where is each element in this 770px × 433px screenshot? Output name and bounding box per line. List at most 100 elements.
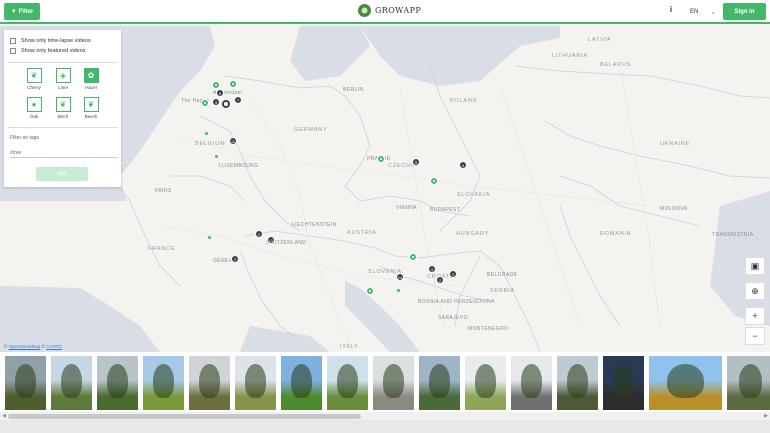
hazel-icon: ✿ (83, 68, 99, 83)
video-dot[interactable] (397, 289, 400, 292)
locate-icon: ⊕ (751, 285, 759, 296)
video-thumbnail[interactable] (5, 356, 46, 410)
language-select[interactable]: EN ⌄ (684, 5, 720, 19)
tree-silhouette (199, 364, 220, 398)
map-label-paris: PARIS (155, 188, 172, 194)
map-label-montenegro: MONTENEGRO (468, 326, 509, 332)
video-thumbnail[interactable] (143, 356, 184, 410)
video-marker[interactable] (366, 287, 374, 295)
thumbnail-strip (0, 352, 770, 420)
video-thumbnail[interactable] (373, 356, 414, 410)
growapp-logo-icon (358, 4, 371, 17)
filter-button[interactable]: ▼ Filter (4, 3, 40, 20)
video-thumbnail[interactable] (281, 356, 322, 410)
timelapse-filter[interactable]: Show only time-lapse videos (10, 38, 91, 44)
featured-filter[interactable]: Show only featured videos (10, 48, 86, 54)
brand-logo[interactable]: GROWAPP (358, 4, 421, 17)
species-hazel[interactable]: ✿ Hazel (77, 68, 105, 90)
top-bar: ▼ Filter GROWAPP i EN ⌄ Sign in (0, 0, 770, 24)
video-dot[interactable] (208, 236, 211, 239)
video-marker[interactable] (212, 81, 220, 89)
species-beech[interactable]: ❦ Beech (77, 97, 105, 119)
video-thumbnail[interactable] (97, 356, 138, 410)
cluster-marker[interactable]: 2 (231, 255, 239, 263)
osm-link[interactable]: OpenStreetMap (9, 344, 41, 349)
video-thumbnail[interactable] (235, 356, 276, 410)
sign-in-button[interactable]: Sign in (723, 3, 766, 20)
tree-silhouette (153, 364, 174, 398)
species-oak[interactable]: ● Oak (20, 97, 48, 119)
map-label-ukraine: UKRAINE (660, 141, 691, 147)
map-label-poland: POLAND (450, 98, 478, 104)
zoom-out-button[interactable]: − (745, 327, 765, 345)
cluster-marker[interactable]: 4 (459, 161, 467, 169)
cluster-marker[interactable]: 2 (436, 276, 444, 284)
cluster-marker[interactable]: 4 (428, 265, 436, 273)
tree-silhouette (337, 364, 358, 398)
scroll-right-icon[interactable]: ▶ (762, 412, 770, 420)
cluster-marker[interactable]: 11 (229, 137, 237, 145)
video-thumbnail[interactable] (327, 356, 368, 410)
map-label-belgrade: BELGRADE (487, 272, 518, 278)
map-label-slovakia: SLOVAKIA (457, 192, 491, 198)
species-lime[interactable]: ◈ Lime (49, 68, 77, 90)
cluster-marker[interactable]: 6 (216, 89, 224, 97)
tags-title: Filter on tags (10, 135, 39, 141)
video-thumbnail[interactable] (727, 356, 770, 410)
zoom-in-button[interactable]: + (745, 307, 765, 325)
cluster-marker[interactable]: 7 (234, 96, 242, 104)
map-label-moldova: MOLDOVA (660, 206, 688, 212)
video-thumbnail[interactable] (511, 356, 552, 410)
tree-silhouette (429, 364, 450, 398)
leaf-icon: ❦ (26, 68, 42, 83)
featured-checkbox[interactable] (10, 48, 16, 54)
video-marker[interactable] (377, 155, 385, 163)
cluster-marker[interactable]: 3 (212, 98, 220, 106)
video-thumbnail[interactable] (603, 356, 644, 410)
video-thumbnail[interactable] (51, 356, 92, 410)
cluster-marker[interactable]: 2 (255, 230, 263, 238)
filter-label: Filter (18, 8, 34, 15)
thumbnail-scrollbar[interactable]: ◀ ▶ (0, 412, 770, 420)
carto-link[interactable]: CARTO (46, 344, 62, 349)
video-dot[interactable] (205, 132, 208, 135)
species-birch[interactable]: ❦ Birch (49, 97, 77, 119)
species-cherry[interactable]: ❦ Cherry (20, 68, 48, 90)
cluster-marker[interactable]: 5 (412, 158, 420, 166)
tree-silhouette (667, 364, 704, 398)
scroll-left-icon[interactable]: ◀ (0, 412, 8, 420)
scrollbar-thumb[interactable] (8, 413, 361, 419)
add-tag-button[interactable]: Add (36, 167, 88, 181)
panel-divider (8, 62, 118, 63)
tree-silhouette (475, 364, 496, 398)
map-label-latvia: LATVIA (588, 37, 612, 43)
locate-button[interactable]: ⊕ (745, 282, 765, 300)
chevron-down-icon: ⌄ (710, 9, 717, 16)
map-attribution: © OpenStreetMap © CARTO (4, 344, 62, 349)
oak-leaf-icon: ● (26, 97, 42, 112)
video-thumbnail[interactable] (465, 356, 506, 410)
cluster-marker[interactable]: 12 (267, 236, 275, 244)
cluster-marker[interactable]: 3 (449, 270, 457, 278)
video-thumbnail[interactable] (557, 356, 598, 410)
video-thumbnail[interactable] (649, 356, 722, 410)
camera-button[interactable]: ▣ (745, 257, 765, 275)
video-marker[interactable] (229, 80, 237, 88)
video-marker[interactable] (409, 253, 417, 261)
map-label-budapest: BUDAPEST (430, 207, 461, 213)
video-dot[interactable] (215, 155, 218, 158)
bottom-bar (0, 420, 770, 433)
drop-leaf-icon: ◈ (55, 68, 71, 83)
cluster-marker[interactable]: 14 (396, 273, 404, 281)
video-marker[interactable] (430, 177, 438, 185)
info-button[interactable]: i (665, 5, 677, 19)
timelapse-checkbox[interactable] (10, 38, 16, 44)
selected-location-marker[interactable] (222, 100, 230, 108)
video-thumbnail[interactable] (419, 356, 460, 410)
video-thumbnail[interactable] (189, 356, 230, 410)
brand-name: GROWAPP (375, 6, 422, 15)
tags-input[interactable] (10, 148, 118, 158)
featured-label: Show only featured videos (21, 48, 86, 54)
video-marker[interactable] (201, 99, 209, 107)
filter-icon: ▼ (10, 8, 17, 15)
